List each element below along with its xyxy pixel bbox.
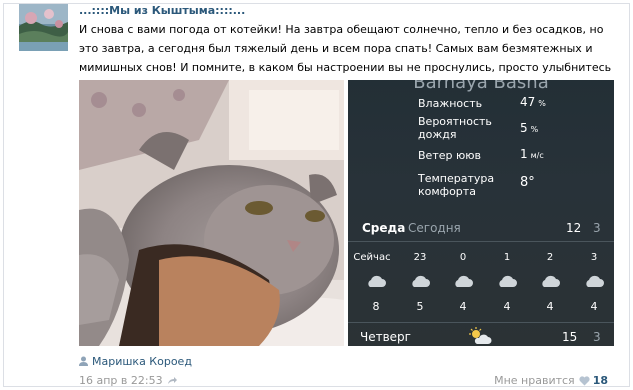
hour-temp: 4 bbox=[590, 300, 598, 313]
post-author[interactable]: Маришка Короед bbox=[79, 355, 192, 368]
cat-photo[interactable] bbox=[79, 80, 344, 346]
hour-temp: 8 bbox=[372, 300, 380, 313]
weather-divider bbox=[348, 241, 614, 242]
rain-chance-label: Вероятность дождя bbox=[418, 115, 492, 141]
rain-chance-value: 5% bbox=[520, 121, 539, 135]
feels-like-label: Температура комфорта bbox=[418, 172, 495, 198]
like-button[interactable]: Мне нравится 18 bbox=[494, 374, 608, 387]
group-avatar[interactable] bbox=[19, 4, 68, 51]
like-count: 18 bbox=[592, 374, 608, 387]
hour-label: 23 bbox=[413, 252, 427, 263]
next-day-high: 15 bbox=[562, 330, 578, 344]
like-label[interactable]: Мне нравится bbox=[494, 374, 575, 387]
hour-temp: 4 bbox=[459, 300, 467, 313]
day-high: 12 bbox=[566, 221, 582, 235]
next-day-name: Четверг bbox=[360, 330, 411, 344]
cloud-icon bbox=[368, 275, 386, 287]
hour-temp: 4 bbox=[546, 300, 554, 313]
heart-icon[interactable] bbox=[579, 376, 590, 386]
hour-label: 1 bbox=[503, 252, 511, 263]
cloud-icon bbox=[542, 275, 560, 287]
cloud-icon bbox=[499, 275, 517, 287]
user-icon bbox=[79, 356, 88, 366]
cloud-icon bbox=[455, 275, 473, 287]
feels-like-value: 8° bbox=[520, 175, 535, 190]
cloud-icon bbox=[586, 275, 604, 287]
hour-temp: 5 bbox=[416, 300, 424, 313]
post-date-text[interactable]: 16 апр в 22:53 bbox=[79, 374, 163, 387]
author-name[interactable]: Маришка Короед bbox=[92, 355, 192, 368]
humidity-label: Влажность bbox=[418, 97, 483, 110]
humidity-value: 47% bbox=[520, 95, 546, 109]
day-low: 3 bbox=[593, 221, 601, 235]
next-day-low: 3 bbox=[593, 330, 601, 344]
hour-label: 2 bbox=[546, 252, 554, 263]
weather-widget[interactable]: Barnaya Basna Влажность 47% Вероятность … bbox=[348, 80, 614, 346]
cloud-icon bbox=[412, 275, 430, 287]
post-date[interactable]: 16 апр в 22:53 bbox=[79, 374, 178, 387]
day-name: Среда bbox=[362, 221, 406, 235]
weather-header: Barnaya Basna bbox=[413, 80, 549, 93]
day-sub: Сегодня bbox=[408, 221, 461, 235]
hour-label: 0 bbox=[459, 252, 467, 263]
hour-temp: 4 bbox=[503, 300, 511, 313]
group-title[interactable]: ...::::Мы из Кыштыма::::... bbox=[79, 4, 245, 17]
weather-divider bbox=[348, 322, 614, 323]
hour-label: Сейчас bbox=[353, 252, 391, 263]
sun-cloud-icon bbox=[469, 327, 492, 344]
wind-value: 1 м/с bbox=[520, 147, 544, 161]
hour-label: 3 bbox=[590, 252, 598, 263]
wind-label: Ветер ююв bbox=[418, 149, 481, 162]
share-arrow-icon[interactable] bbox=[167, 375, 178, 386]
